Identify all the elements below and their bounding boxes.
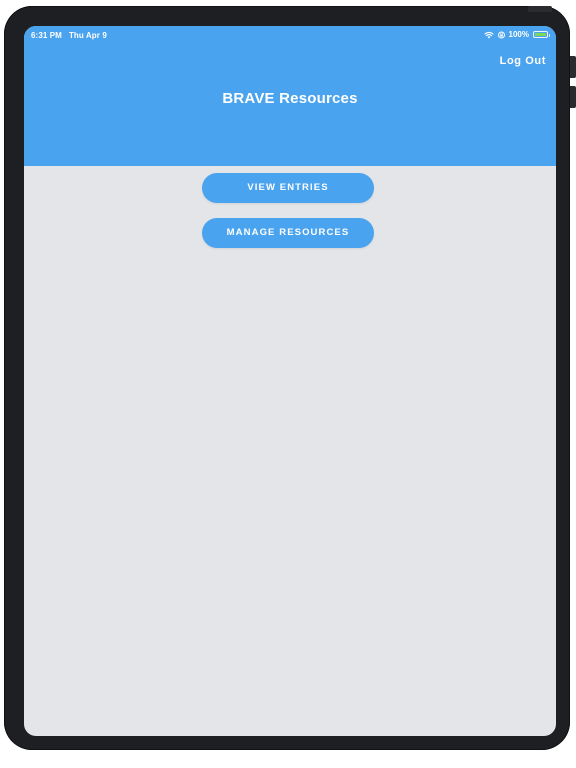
power-button [528, 6, 552, 12]
status-right: 100% [483, 30, 550, 39]
orientation-lock-icon [497, 31, 505, 39]
battery-fill [535, 33, 546, 36]
battery-percent: 100% [508, 30, 529, 39]
page-title: BRAVE Resources [222, 90, 358, 107]
ipad-frame: 6:31 PM Thu Apr 9 100% Log Out BRAVE Res… [4, 6, 576, 750]
battery-icon [533, 31, 550, 38]
wifi-icon [483, 31, 494, 39]
manage-resources-button[interactable]: MANAGE RESOURCES [202, 218, 374, 248]
volume-down-button [570, 86, 576, 108]
status-time: 6:31 PM [31, 31, 62, 40]
app-header: 6:31 PM Thu Apr 9 100% Log Out BRAVE Res… [24, 26, 556, 166]
status-date: Thu Apr 9 [68, 31, 107, 40]
view-entries-button[interactable]: VIEW ENTRIES [202, 173, 374, 203]
volume-up-button [570, 56, 576, 78]
logout-button[interactable]: Log Out [500, 55, 546, 67]
app-screen: 6:31 PM Thu Apr 9 100% Log Out BRAVE Res… [24, 26, 556, 736]
status-left: 6:31 PM Thu Apr 9 [31, 31, 107, 40]
status-bar: 6:31 PM Thu Apr 9 100% [24, 26, 556, 42]
